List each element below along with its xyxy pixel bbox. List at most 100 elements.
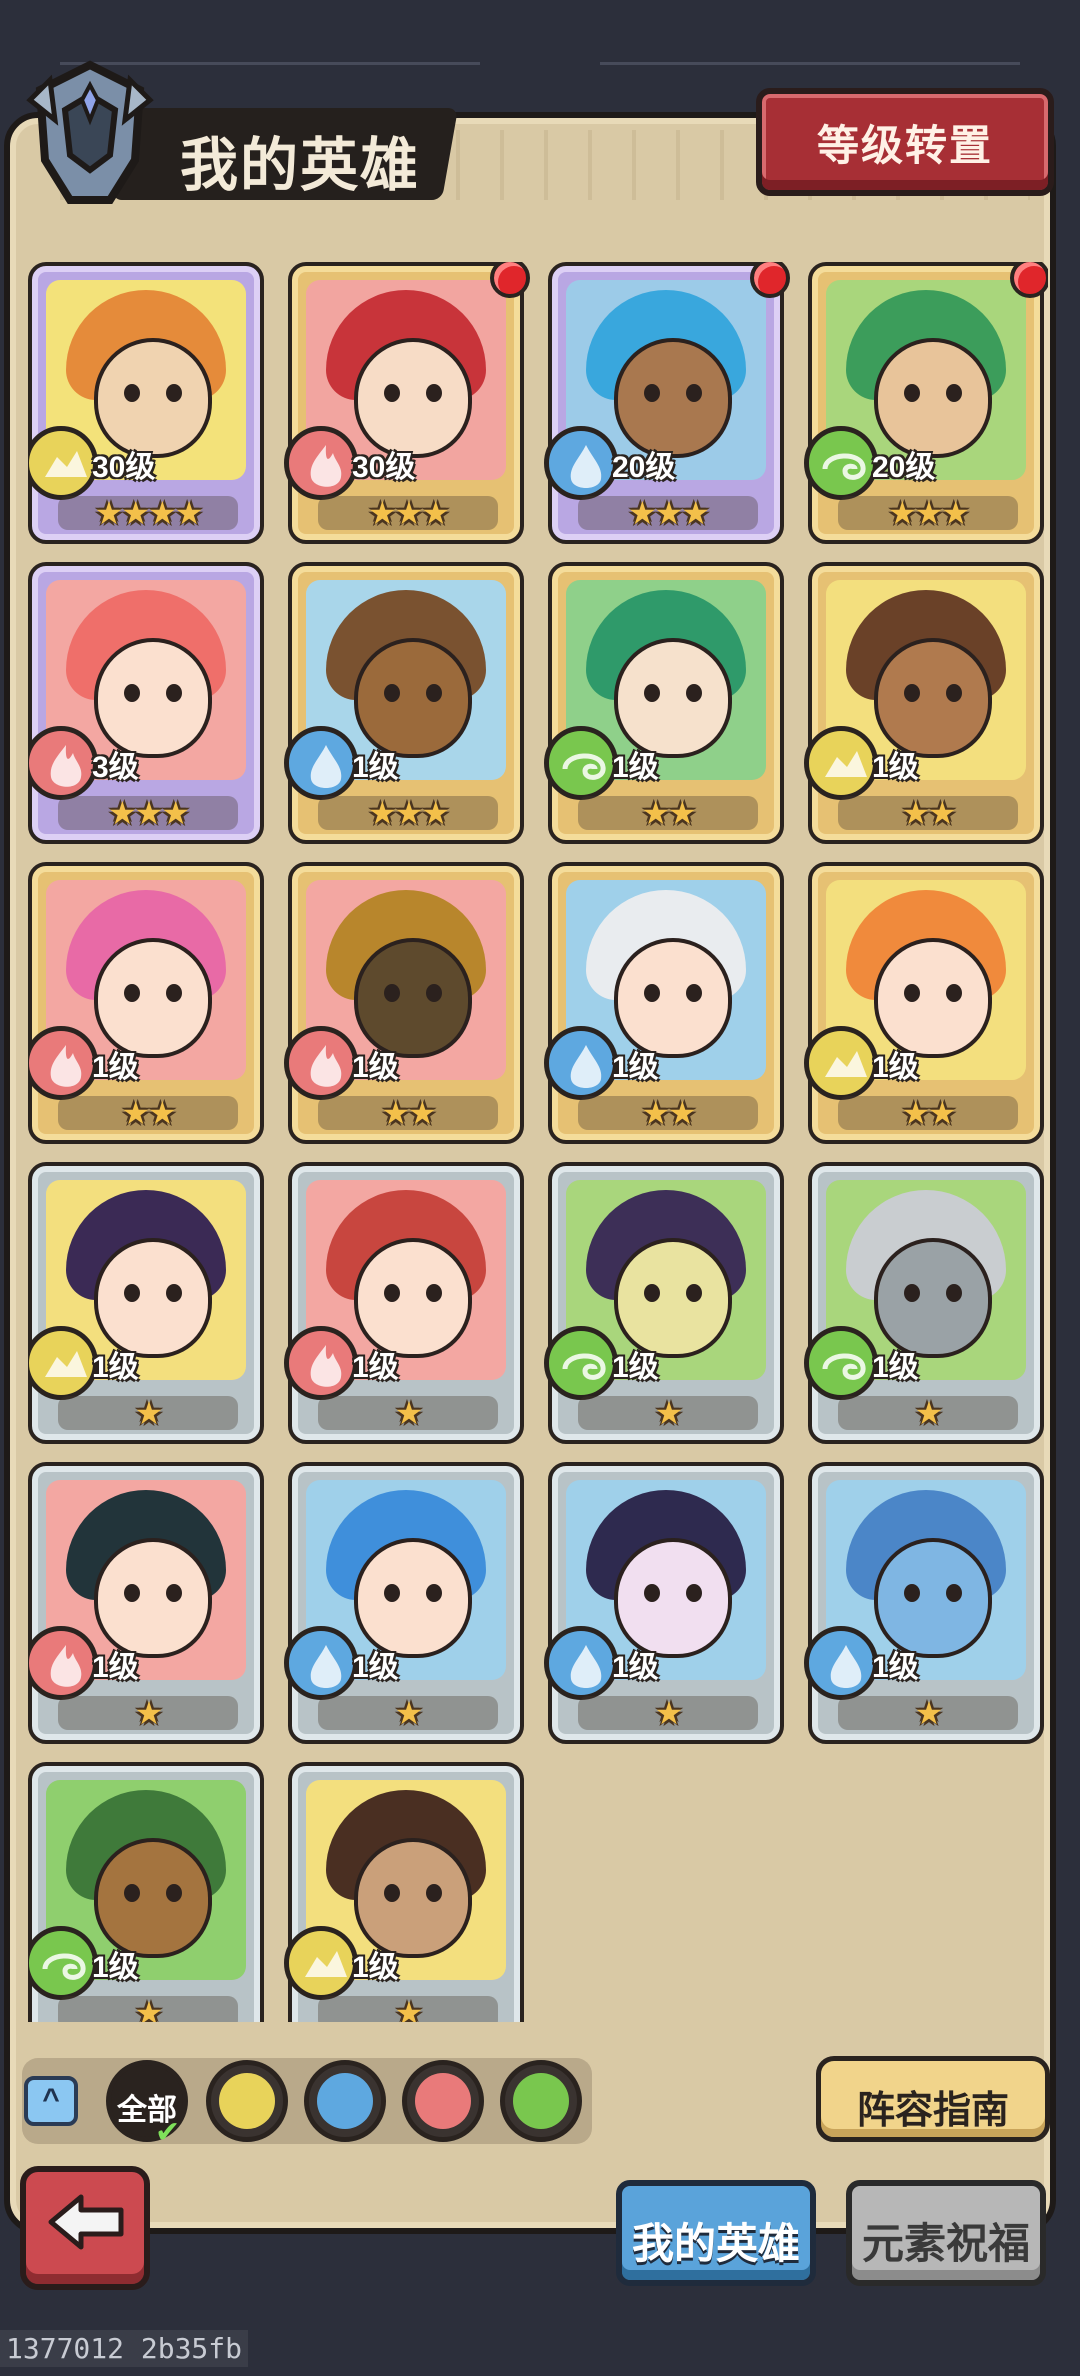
hero-face <box>874 1538 992 1658</box>
hero-level: 1级 <box>872 1651 919 1684</box>
hero-card[interactable]: 1级 ★ <box>28 1462 264 1744</box>
hero-card[interactable]: 30级 ★★★★ <box>28 262 264 544</box>
hero-face <box>874 938 992 1058</box>
hero-stars: ★★ <box>318 1096 498 1130</box>
hero-level: 30级 <box>92 451 156 484</box>
hero-card[interactable]: 30级 ★★★ <box>284 262 530 544</box>
hero-card[interactable]: 1级 ★ <box>284 1762 524 2022</box>
hero-eye <box>686 1284 702 1302</box>
hero-stars: ★★★ <box>58 796 238 830</box>
tab-my-heroes-label: 我的英雄 <box>631 2220 800 2267</box>
hero-level: 1级 <box>92 1651 139 1684</box>
hero-card[interactable]: 1级 ★ <box>544 1162 784 1444</box>
hero-card[interactable]: 1级 ★ <box>284 1462 524 1744</box>
level-transfer-button[interactable]: 等级转置 <box>756 88 1054 196</box>
hero-eye <box>946 1284 962 1302</box>
build-info: 1377012 2b35fb <box>0 2330 249 2367</box>
hero-face <box>874 1238 992 1358</box>
fire-element-icon <box>28 726 98 800</box>
hero-level: 1级 <box>352 1651 399 1684</box>
hero-level: 1级 <box>352 1051 399 1084</box>
hero-eye <box>124 1284 140 1302</box>
hero-level: 1级 <box>612 1351 659 1384</box>
hero-face <box>614 938 732 1058</box>
hero-eye <box>904 684 920 702</box>
hero-card[interactable]: 1级 ★ <box>28 1162 264 1444</box>
hero-eye <box>384 384 400 402</box>
hero-level: 20级 <box>872 451 936 484</box>
filter-wind-button[interactable] <box>500 2060 582 2142</box>
helmet-icon <box>26 60 154 204</box>
hero-level: 1级 <box>872 751 919 784</box>
hero-card[interactable]: 3级 ★★★ <box>28 562 264 844</box>
hero-level: 3级 <box>92 751 139 784</box>
back-button[interactable] <box>20 2166 150 2290</box>
hero-face <box>614 638 732 758</box>
hero-card[interactable]: 1级 ★ <box>28 1762 264 2022</box>
hero-face <box>94 638 212 758</box>
hero-card[interactable]: 20级 ★★★ <box>544 262 790 544</box>
hero-card[interactable]: 1级 ★★ <box>544 562 784 844</box>
wind-element-icon <box>544 1326 618 1400</box>
hero-eye <box>426 1584 442 1602</box>
hero-card[interactable]: 1级 ★ <box>804 1162 1044 1444</box>
hero-eye <box>124 1884 140 1902</box>
hero-level: 1级 <box>352 1951 399 1984</box>
water-element-icon <box>544 1626 618 1700</box>
filter-water-button[interactable] <box>304 2060 386 2142</box>
wind-element-icon <box>544 726 618 800</box>
hero-eye <box>166 984 182 1002</box>
earth-element-icon <box>804 726 878 800</box>
hero-face <box>94 1238 212 1358</box>
hero-stars: ★★★★ <box>58 496 238 530</box>
filter-all-button[interactable]: 全部 ✔ <box>106 2060 188 2149</box>
earth-element-icon <box>28 426 98 500</box>
hero-eye <box>426 1884 442 1902</box>
hero-stars: ★★★ <box>318 796 498 830</box>
hero-eye <box>124 384 140 402</box>
hero-card[interactable]: 1级 ★★ <box>28 862 264 1144</box>
hero-level: 1级 <box>92 1951 139 1984</box>
hero-eye <box>384 1284 400 1302</box>
hero-face <box>354 1538 472 1658</box>
hero-level: 1级 <box>872 1051 919 1084</box>
filter-earth-button[interactable] <box>206 2060 288 2142</box>
hero-stars: ★★ <box>578 1096 758 1130</box>
hero-face <box>354 638 472 758</box>
hero-card[interactable]: 1级 ★★ <box>804 562 1044 844</box>
hero-face <box>354 338 472 458</box>
water-element-icon <box>284 1626 358 1700</box>
water-element-icon <box>284 726 358 800</box>
hero-stars: ★★ <box>58 1096 238 1130</box>
hero-eye <box>904 1284 920 1302</box>
hero-level: 1级 <box>92 1051 139 1084</box>
fire-element-icon <box>284 1326 358 1400</box>
hero-face <box>354 1838 472 1958</box>
tab-element-blessing[interactable]: 元素祝福 <box>846 2180 1046 2286</box>
tab-my-heroes[interactable]: 我的英雄 <box>616 2180 816 2286</box>
checkmark-icon: ✔ <box>155 2116 181 2149</box>
hero-face <box>94 338 212 458</box>
hero-card[interactable]: 1级 ★ <box>544 1462 784 1744</box>
hero-face <box>354 1238 472 1358</box>
hero-stars: ★ <box>318 1996 498 2022</box>
hero-card[interactable]: 1级 ★★★ <box>284 562 524 844</box>
hero-stars: ★★★ <box>318 496 498 530</box>
hero-eye <box>946 984 962 1002</box>
hero-card[interactable]: 20级 ★★★ <box>804 262 1048 544</box>
hero-card[interactable]: 1级 ★★ <box>284 862 524 1144</box>
hero-eye <box>644 384 660 402</box>
earth-element-icon <box>28 1326 98 1400</box>
page-title: 我的英雄 <box>180 133 421 198</box>
lineup-guide-button[interactable]: 阵容指南 <box>816 2056 1050 2142</box>
hero-card[interactable]: 1级 ★★ <box>804 862 1044 1144</box>
hero-grid: 30级 ★★★★ 30级 ★★★ 20级 ★★★ 20级 ★★★ 3级 ★★★ 1级 ★★★ 1级 ★★ 1… <box>28 262 1048 2022</box>
water-element-icon <box>317 2073 373 2129</box>
hero-card[interactable]: 1级 ★ <box>804 1462 1044 1744</box>
hero-eye <box>384 984 400 1002</box>
collapse-up-button[interactable]: ^ <box>24 2076 78 2126</box>
hero-stars: ★★ <box>578 796 758 830</box>
hero-card[interactable]: 1级 ★ <box>284 1162 524 1444</box>
filter-fire-button[interactable] <box>402 2060 484 2142</box>
hero-card[interactable]: 1级 ★★ <box>544 862 784 1144</box>
